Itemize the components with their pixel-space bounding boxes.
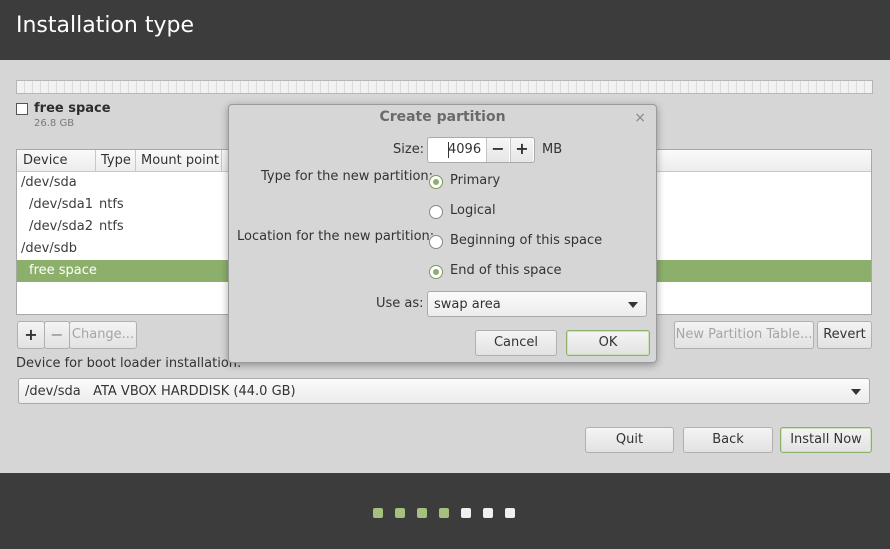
progress-step-dot (461, 508, 471, 518)
install-now-button[interactable]: Install Now (780, 427, 872, 453)
size-unit: MB (542, 142, 563, 157)
column-device[interactable]: Device (23, 153, 67, 168)
column-separator (95, 150, 96, 171)
add-partition-button[interactable]: + (17, 321, 45, 349)
size-decrement-button[interactable]: − (486, 138, 509, 162)
text-cursor (448, 142, 449, 158)
column-separator (135, 150, 136, 171)
row-device: /dev/sda (21, 175, 77, 190)
location-beginning-radio[interactable] (429, 235, 443, 249)
size-spinbox[interactable]: 4096 − + (427, 137, 535, 163)
size-increment-button[interactable]: + (510, 138, 533, 162)
footer-bar (0, 473, 890, 549)
column-type[interactable]: Type (101, 153, 131, 168)
use-as-label: Use as: (376, 296, 424, 311)
header-bar: Installation type (0, 0, 890, 60)
column-mount-point[interactable]: Mount point (141, 153, 219, 168)
cancel-button[interactable]: Cancel (475, 330, 557, 356)
boot-loader-select[interactable]: /dev/sda ATA VBOX HARDDISK (44.0 GB) (18, 378, 870, 404)
progress-step-dot (483, 508, 493, 518)
create-partition-dialog: Create partition × Size: 4096 − + MB Typ… (228, 104, 657, 363)
back-button[interactable]: Back (683, 427, 773, 453)
row-type: ntfs (99, 197, 124, 212)
legend-name: free space (34, 101, 111, 116)
row-device: /dev/sda1 (29, 197, 93, 212)
column-separator (221, 150, 222, 171)
page-title: Installation type (16, 13, 194, 38)
row-device: /dev/sda2 (29, 219, 93, 234)
close-icon[interactable]: × (634, 110, 646, 126)
ok-button[interactable]: OK (566, 330, 650, 356)
type-primary-label[interactable]: Primary (450, 173, 500, 188)
progress-step-dot (417, 508, 427, 518)
progress-step-dot (505, 508, 515, 518)
partition-bar (16, 80, 873, 94)
progress-step-dot (373, 508, 383, 518)
location-end-label[interactable]: End of this space (450, 263, 562, 278)
type-label: Type for the new partition: (261, 169, 434, 184)
quit-button[interactable]: Quit (585, 427, 674, 453)
location-beginning-label[interactable]: Beginning of this space (450, 233, 602, 248)
dialog-title: Create partition (379, 109, 506, 125)
location-label: Location for the new partition: (237, 229, 435, 244)
boot-loader-value: /dev/sda ATA VBOX HARDDISK (44.0 GB) (25, 384, 296, 399)
progress-step-dot (439, 508, 449, 518)
row-device: /dev/sdb (21, 241, 77, 256)
row-type: ntfs (99, 219, 124, 234)
size-input[interactable]: 4096 (448, 142, 481, 157)
size-label: Size: (393, 142, 425, 157)
dropdown-arrow-icon (628, 302, 638, 308)
legend-size: 26.8 GB (34, 118, 75, 129)
row-device: free space (29, 263, 97, 278)
new-partition-table-button[interactable]: New Partition Table... (674, 321, 814, 349)
revert-button[interactable]: Revert (817, 321, 872, 349)
use-as-value: swap area (434, 297, 501, 312)
type-logical-label[interactable]: Logical (450, 203, 496, 218)
legend-swatch (16, 103, 28, 115)
boot-loader-label: Device for boot loader installation: (16, 356, 242, 371)
dropdown-arrow-icon (851, 389, 861, 395)
use-as-select[interactable]: swap area (427, 291, 647, 317)
location-end-radio[interactable] (429, 265, 443, 279)
change-partition-button[interactable]: Change... (69, 321, 137, 349)
progress-step-dot (395, 508, 405, 518)
remove-partition-button[interactable]: − (44, 321, 70, 349)
type-logical-radio[interactable] (429, 205, 443, 219)
type-primary-radio[interactable] (429, 175, 443, 189)
